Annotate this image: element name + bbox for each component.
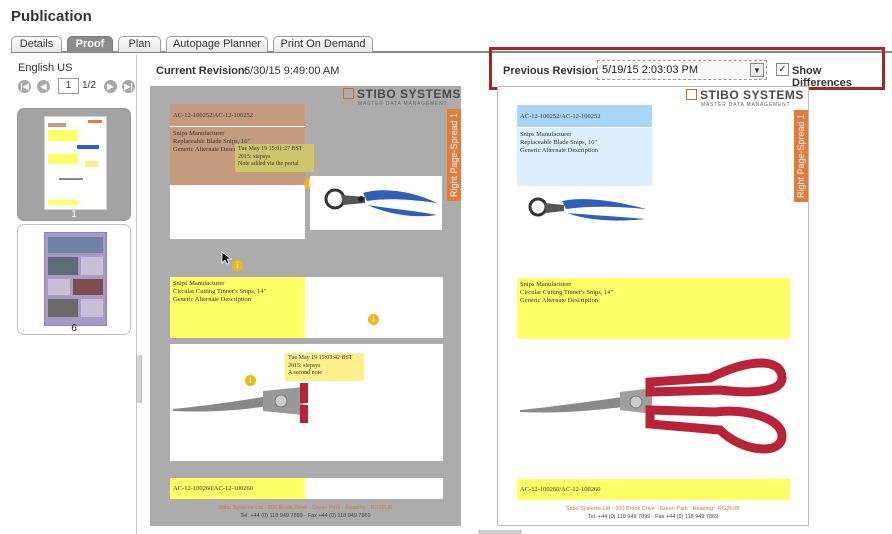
annotation-note[interactable]: Tue May 19 15:03:42 BST 2015: stepsys A … bbox=[285, 353, 364, 381]
spread-label: Right Page-Spread 1 bbox=[794, 110, 808, 202]
page-navigator: English US |◀ ◀ 1 1/2 ▶ ▶| 1 6 bbox=[11, 55, 137, 534]
previous-revision-value: 5/19/15 2:03:03 PM bbox=[602, 64, 699, 76]
brand-logo: STIBO SYSTEMS bbox=[686, 88, 804, 102]
product-id-field: AC-12-100260/AC-12-100260 bbox=[517, 479, 790, 500]
info-icon[interactable]: i bbox=[245, 375, 256, 386]
page-thumbnail[interactable]: 6 bbox=[17, 224, 131, 335]
horizontal-scrollbar[interactable] bbox=[478, 530, 522, 534]
language-label: English US bbox=[18, 62, 73, 74]
product-id-field: AC-12-100252/AC-12-100252 bbox=[517, 105, 652, 127]
first-page-icon[interactable]: |◀ bbox=[18, 80, 31, 93]
spread-label: Right Page-Spread 1 bbox=[447, 109, 461, 201]
thumbnail-image bbox=[44, 116, 107, 210]
thumbnail-image bbox=[44, 232, 107, 326]
last-page-icon[interactable]: ▶| bbox=[122, 80, 135, 93]
next-page-icon[interactable]: ▶ bbox=[104, 80, 117, 93]
brand-tagline: MASTER DATA MANAGEMENT bbox=[701, 102, 791, 108]
current-revision-page: STIBO SYSTEMS MASTER DATA MANAGEMENT Rig… bbox=[150, 86, 461, 526]
product-id-field: AC-12-100252|AC-12-100252 bbox=[170, 104, 305, 126]
product-description-field: Snips Manufacturer Replaceable Blade Sni… bbox=[517, 128, 652, 186]
app-title: Publication bbox=[11, 8, 92, 25]
product-description-field: Snips Manufacturer Circular Cutting Tinn… bbox=[170, 277, 305, 338]
tab-print-on-demand[interactable]: Print On Demand bbox=[273, 36, 373, 52]
previous-revision-page: STIBO SYSTEMS MASTER DATA MANAGEMENT Rig… bbox=[497, 86, 809, 526]
tab-proof[interactable]: Proof bbox=[67, 36, 113, 52]
chevron-down-icon[interactable]: ▼ bbox=[750, 63, 764, 77]
tab-details[interactable]: Details bbox=[11, 36, 62, 52]
page-pager: |◀ ◀ 1 1/2 ▶ ▶| bbox=[18, 78, 138, 94]
info-icon[interactable]: i bbox=[368, 314, 379, 325]
product-description-field: Snips Manufacturer Circular Cutting Tinn… bbox=[517, 278, 790, 339]
previous-revision-select[interactable]: 5/19/15 2:03:03 PM ▼ bbox=[597, 60, 767, 80]
thumbnail-number: 1 bbox=[71, 209, 77, 220]
product-image bbox=[517, 345, 790, 462]
product-image bbox=[517, 188, 649, 228]
show-differences-checkbox[interactable]: ✓ bbox=[776, 63, 789, 76]
brand-logo: STIBO SYSTEMS bbox=[343, 87, 461, 101]
tab-plan[interactable]: Plan bbox=[118, 36, 161, 52]
info-icon[interactable]: i bbox=[232, 260, 243, 271]
tab-autopage-planner[interactable]: Autopage Planner bbox=[166, 36, 268, 52]
page-footer: Stibo Systems Ltd · 200 Brook Drive · Gr… bbox=[218, 505, 393, 519]
panel-splitter-handle[interactable] bbox=[136, 355, 142, 403]
brand-tagline: MASTER DATA MANAGEMENT bbox=[358, 101, 448, 107]
prev-page-icon[interactable]: ◀ bbox=[37, 80, 50, 93]
page-total: 1/2 bbox=[82, 80, 96, 91]
product-image bbox=[310, 176, 442, 230]
page-thumbnail[interactable]: 1 bbox=[17, 108, 131, 221]
current-revision-label: Current Revision: bbox=[156, 65, 249, 77]
product-id-field: AC-12-100260|AC-12-100260 bbox=[170, 478, 305, 499]
current-revision-value: 6/30/15 9:49:00 AM bbox=[244, 65, 340, 77]
page-footer: Stibo Systems Ltd · 200 Brook Drive · Gr… bbox=[566, 506, 740, 520]
thumbnail-number: 6 bbox=[71, 323, 77, 334]
previous-revision-label: Previous Revision: bbox=[503, 65, 603, 77]
annotation-note[interactable]: Tue May 19 15:01:27 BST 2015: stepsys No… bbox=[235, 144, 314, 172]
previous-revision-panel: Previous Revision: 5/19/15 2:03:03 PM ▼ … bbox=[489, 47, 885, 90]
mouse-cursor-icon bbox=[221, 251, 233, 265]
page-number-input[interactable]: 1 bbox=[58, 78, 79, 94]
